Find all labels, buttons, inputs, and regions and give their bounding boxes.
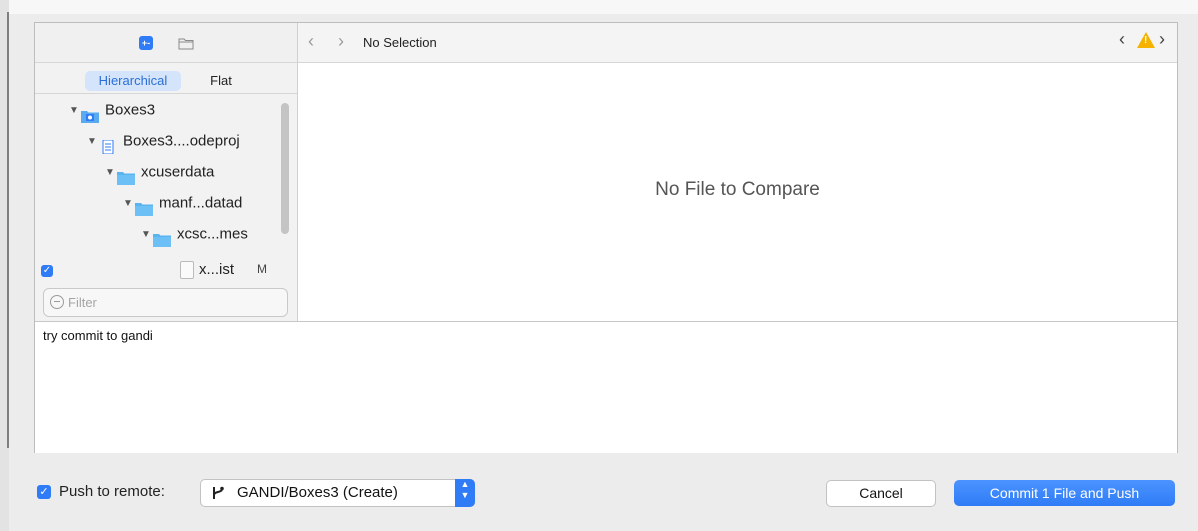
- push-to-remote-checkbox[interactable]: ✓: [37, 485, 51, 499]
- tree-item-label: manf...datad: [159, 194, 243, 212]
- commit-message-field[interactable]: try commit to gandi: [35, 321, 1177, 453]
- navigator-sidebar: +- Hierarchical Flat ▼ Boxes3 ▼ Boxes3....…: [35, 23, 298, 321]
- tree-item-label: xcuserdata: [141, 163, 215, 181]
- forward-chevron-icon[interactable]: ›: [338, 31, 344, 51]
- empty-state-message: No File to Compare: [655, 179, 820, 200]
- tree-row-xcodeproj[interactable]: ▼ Boxes3....odeproj: [87, 125, 240, 156]
- tree-row-manf[interactable]: ▼ manf...datad: [123, 187, 242, 218]
- modified-badge: M: [257, 262, 267, 276]
- tree-item-label: Boxes3....odeproj: [123, 132, 240, 150]
- sidebar-scrollbar[interactable]: [281, 103, 289, 234]
- folder-icon: [135, 196, 153, 217]
- commit-message-text[interactable]: try commit to gandi: [43, 328, 153, 343]
- cancel-button[interactable]: Cancel: [826, 480, 936, 507]
- changes-navigator-icon[interactable]: +-: [139, 36, 153, 50]
- folder-icon: [153, 227, 171, 248]
- project-icon: [81, 103, 99, 124]
- changed-file-label[interactable]: x...ist: [199, 254, 234, 285]
- tree-item-label: xcsc...mes: [177, 225, 248, 243]
- folder-icon: [117, 165, 135, 186]
- segment-flat[interactable]: Flat: [201, 71, 241, 91]
- selection-label: No Selection: [363, 35, 437, 50]
- tree-row-boxes3[interactable]: ▼ Boxes3: [69, 94, 155, 125]
- tree-row-xcsc[interactable]: ▼ xcsc...mes: [141, 218, 248, 249]
- sheet-top: [9, 0, 1198, 14]
- disclosure-triangle-icon[interactable]: ▼: [69, 95, 81, 126]
- disclosure-triangle-icon[interactable]: ▼: [87, 126, 99, 157]
- next-issue-icon[interactable]: ›: [1159, 29, 1165, 49]
- previous-issue-icon[interactable]: ‹: [1119, 29, 1125, 49]
- view-mode-segmented-control: Hierarchical Flat: [35, 63, 297, 94]
- compare-view: No File to Compare: [298, 63, 1177, 321]
- warning-mark: !: [1144, 35, 1148, 46]
- branch-icon: [213, 486, 224, 499]
- popup-stepper-icon[interactable]: ▲ ▼: [455, 479, 475, 507]
- plist-file-icon: [180, 261, 194, 279]
- file-include-checkbox[interactable]: ✓: [41, 265, 53, 277]
- xcodeproj-icon: [99, 134, 117, 155]
- disclosure-triangle-icon[interactable]: ▼: [141, 219, 153, 250]
- commit-and-push-button[interactable]: Commit 1 File and Push: [954, 480, 1175, 506]
- issue-navigator[interactable]: ‹ ! ›: [1119, 29, 1171, 53]
- compare-toolbar: ‹ › No Selection ‹ ! ›: [298, 23, 1177, 63]
- filter-placeholder: Filter: [68, 295, 97, 310]
- filter-icon: [50, 295, 64, 309]
- filter-field[interactable]: Filter: [43, 288, 288, 317]
- push-to-remote-label: Push to remote:: [59, 483, 165, 500]
- branch-label: GANDI/Boxes3 (Create): [237, 484, 398, 501]
- navigator-toolbar: +-: [35, 23, 297, 63]
- remote-branch-popup[interactable]: GANDI/Boxes3 (Create) ▲ ▼: [200, 479, 475, 507]
- back-chevron-icon[interactable]: ‹: [308, 31, 314, 51]
- segment-hierarchical[interactable]: Hierarchical: [85, 71, 181, 91]
- tree-item-label: Boxes3: [105, 101, 156, 119]
- tree-row-xcuserdata[interactable]: ▼ xcuserdata: [105, 156, 214, 187]
- disclosure-triangle-icon[interactable]: ▼: [123, 188, 135, 219]
- window-edge-line: [7, 12, 9, 448]
- folder-navigator-icon[interactable]: [178, 36, 194, 50]
- commit-sheet: +- Hierarchical Flat ▼ Boxes3 ▼ Boxes3....…: [34, 22, 1178, 453]
- disclosure-triangle-icon[interactable]: ▼: [105, 157, 117, 188]
